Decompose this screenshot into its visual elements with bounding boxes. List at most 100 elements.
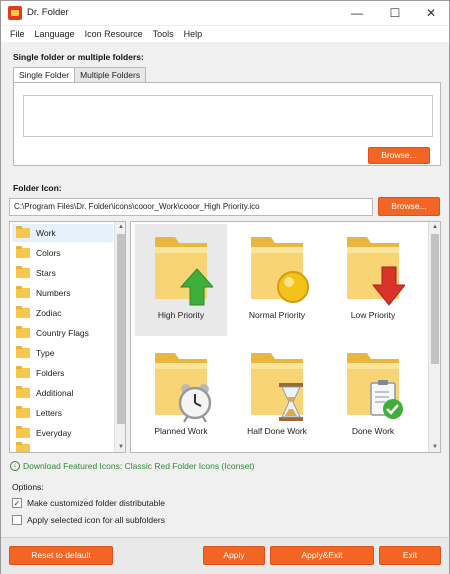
category-label: Work <box>36 228 56 238</box>
icon-grid-scrollbar[interactable]: ▲ ▼ <box>428 222 440 452</box>
category-label: Type <box>36 348 55 358</box>
icon-item-half-done-work[interactable]: Half Done Work <box>231 340 323 452</box>
apply-subfolders-label: Apply selected icon for all subfolders <box>27 515 165 525</box>
folder-hourglass-icon <box>251 353 303 421</box>
category-item-partial[interactable] <box>12 442 113 452</box>
folder-icon <box>16 246 30 258</box>
category-label: Letters <box>36 408 62 418</box>
category-item-letters[interactable]: Letters <box>12 404 113 422</box>
folder-icon <box>16 406 30 418</box>
folder-tabs: Single Folder Multiple Folders <box>13 67 147 84</box>
folder-icon <box>16 346 30 358</box>
category-item-stars[interactable]: Stars <box>12 264 113 282</box>
category-list: Work Colors Stars Numbers Zodiac Country… <box>9 221 126 453</box>
folder-icon <box>16 226 30 238</box>
option-distributable[interactable]: ✓ Make customized folder distributable <box>12 498 165 508</box>
folder-icon <box>16 426 30 438</box>
folder-yellow-circle-icon <box>251 237 309 303</box>
icon-item-normal-priority[interactable]: Normal Priority <box>231 224 323 336</box>
app-folder-icon <box>8 6 22 20</box>
folder-icon <box>16 326 30 338</box>
icon-item-high-priority[interactable]: High Priority <box>135 224 227 336</box>
category-item-numbers[interactable]: Numbers <box>12 284 113 302</box>
category-label: Stars <box>36 268 56 278</box>
menu-tools[interactable]: Tools <box>148 29 179 39</box>
folder-icon <box>16 306 30 318</box>
icon-item-done-work[interactable]: Done Work <box>327 340 419 452</box>
category-scrollbar[interactable]: ▲ ▼ <box>114 222 125 452</box>
folder-alarm-clock-icon <box>155 353 212 423</box>
icon-path-input[interactable]: C:\Program Files\Dr. Folder\icons\cooor_… <box>9 198 373 216</box>
folder-icon <box>16 266 30 278</box>
folder-green-up-arrow-icon <box>155 237 213 306</box>
apply-subfolders-checkbox[interactable] <box>12 515 22 525</box>
icon-item-planned-work[interactable]: Planned Work <box>135 340 227 452</box>
category-label: Country Flags <box>36 328 89 338</box>
icons-section-label: Folder Icon: <box>13 183 62 193</box>
distributable-checkbox[interactable]: ✓ <box>12 498 22 508</box>
menu-language[interactable]: Language <box>30 29 80 39</box>
exit-button[interactable]: Exit <box>379 546 441 565</box>
icon-item-low-priority[interactable]: Low Priority <box>327 224 419 336</box>
reset-to-default-button[interactable]: Reset to default <box>9 546 113 565</box>
folder-icon <box>16 386 30 398</box>
scroll-down-arrow-icon[interactable]: ▼ <box>115 442 125 452</box>
single-folder-panel: Browse... <box>13 82 441 166</box>
category-item-additional[interactable]: Additional <box>12 384 113 402</box>
minimize-button[interactable]: — <box>337 1 377 25</box>
icon-label: Normal Priority <box>248 310 306 320</box>
icon-label: High Priority <box>157 310 205 320</box>
icon-grid-scrollbar-thumb[interactable] <box>431 234 439 364</box>
maximize-button[interactable]: ☐ <box>375 1 415 25</box>
category-item-zodiac[interactable]: Zodiac <box>12 304 113 322</box>
category-label: Zodiac <box>36 308 62 318</box>
title-bar: Dr. Folder — ☐ ✕ <box>1 1 449 25</box>
bottom-action-bar: Reset to default Apply Apply&Exit Exit <box>1 537 449 574</box>
icon-label: Low Priority <box>350 310 396 320</box>
window-title: Dr. Folder <box>27 7 69 18</box>
scroll-up-arrow-icon[interactable]: ▲ <box>429 222 440 232</box>
category-label: Colors <box>36 248 61 258</box>
category-item-work[interactable]: Work <box>12 224 113 242</box>
close-button[interactable]: ✕ <box>411 1 450 25</box>
folders-section-label: Single folder or multiple folders: <box>13 52 144 62</box>
download-featured-link[interactable]: ↓ Download Featured Icons: Classic Red F… <box>10 461 255 471</box>
category-item-type[interactable]: Type <box>12 344 113 362</box>
options-label: Options: <box>12 482 44 492</box>
folder-red-down-arrow-icon <box>347 237 405 306</box>
download-featured-text: Download Featured Icons: Classic Red Fol… <box>23 461 255 471</box>
folder-clipboard-check-icon <box>347 353 403 419</box>
folder-icon <box>16 366 30 378</box>
category-scrollbar-thumb[interactable] <box>117 234 125 424</box>
icon-label: Done Work <box>351 426 395 436</box>
category-item-everyday[interactable]: Everyday <box>12 424 113 442</box>
scroll-down-arrow-icon[interactable]: ▼ <box>429 442 440 452</box>
category-label: Additional <box>36 388 74 398</box>
apply-exit-button[interactable]: Apply&Exit <box>270 546 374 565</box>
icon-label: Planned Work <box>154 426 208 436</box>
category-label: Folders <box>36 368 65 378</box>
category-label: Numbers <box>36 288 71 298</box>
apply-button[interactable]: Apply <box>203 546 265 565</box>
distributable-label: Make customized folder distributable <box>27 498 165 508</box>
folder-drop-area[interactable] <box>23 95 433 137</box>
app-window: Dr. Folder — ☐ ✕ File Language Icon Reso… <box>0 0 450 574</box>
category-item-country-flags[interactable]: Country Flags <box>12 324 113 342</box>
folder-icon <box>16 286 30 298</box>
browse-icon-button[interactable]: Browse... <box>378 197 440 216</box>
icon-label: Half Done Work <box>247 426 307 436</box>
download-icon: ↓ <box>10 461 20 471</box>
menu-help[interactable]: Help <box>179 29 208 39</box>
category-label: Everyday <box>36 428 72 438</box>
option-apply-subfolders[interactable]: Apply selected icon for all subfolders <box>12 515 165 525</box>
menu-icon-resource[interactable]: Icon Resource <box>80 29 148 39</box>
menu-bar: File Language Icon Resource Tools Help <box>1 26 449 42</box>
scroll-up-arrow-icon[interactable]: ▲ <box>115 222 125 232</box>
category-item-folders[interactable]: Folders <box>12 364 113 382</box>
category-item-colors[interactable]: Colors <box>12 244 113 262</box>
icon-grid: High Priority Normal Priority Low Priori… <box>130 221 441 453</box>
folder-icon <box>16 442 30 452</box>
tab-multiple-folders[interactable]: Multiple Folders <box>74 67 147 83</box>
menu-file[interactable]: File <box>5 29 30 39</box>
browse-folder-button[interactable]: Browse... <box>368 147 430 164</box>
